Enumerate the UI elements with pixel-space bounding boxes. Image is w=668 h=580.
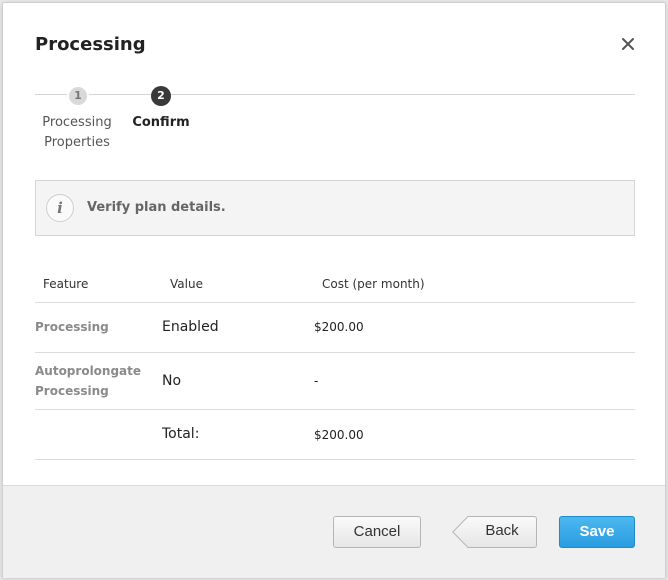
table-row: Processing Enabled $200.00 xyxy=(35,302,635,352)
step-label: Processing Properties xyxy=(42,115,112,150)
info-message-text: Verify plan details. xyxy=(87,200,226,215)
processing-dialog: Processing 1 Processing Properties 2 Con… xyxy=(2,2,666,578)
dialog-footer: Cancel Back Save xyxy=(3,485,665,578)
step-label: Confirm xyxy=(132,115,190,130)
info-message-box: i Verify plan details. xyxy=(35,180,635,236)
table-row-total: Total: $200.00 xyxy=(35,409,635,460)
save-button[interactable]: Save xyxy=(559,516,635,548)
back-button-label: Back xyxy=(485,522,519,539)
dialog-title: Processing xyxy=(35,34,146,55)
step-number: 2 xyxy=(151,86,171,106)
column-header-value: Value xyxy=(170,277,203,291)
close-icon[interactable] xyxy=(620,36,636,52)
value-cell: No xyxy=(162,373,182,389)
value-cell: Enabled xyxy=(162,319,219,335)
table-row: Autoprolongate Processing No - xyxy=(35,352,635,409)
total-label: Total: xyxy=(162,426,200,442)
column-header-feature: Feature xyxy=(43,277,89,291)
back-button[interactable]: Back xyxy=(452,516,537,548)
steps-progress-line xyxy=(35,94,635,95)
cost-cell: - xyxy=(314,374,319,388)
info-icon: i xyxy=(46,194,74,222)
cancel-button[interactable]: Cancel xyxy=(333,516,421,548)
step-number: 1 xyxy=(67,85,89,107)
feature-cell: Processing xyxy=(35,320,109,334)
feature-cell: Autoprolongate Processing xyxy=(35,364,142,398)
cost-cell: $200.00 xyxy=(314,320,364,334)
column-header-cost: Cost (per month) xyxy=(322,277,425,291)
total-cost: $200.00 xyxy=(314,428,364,442)
